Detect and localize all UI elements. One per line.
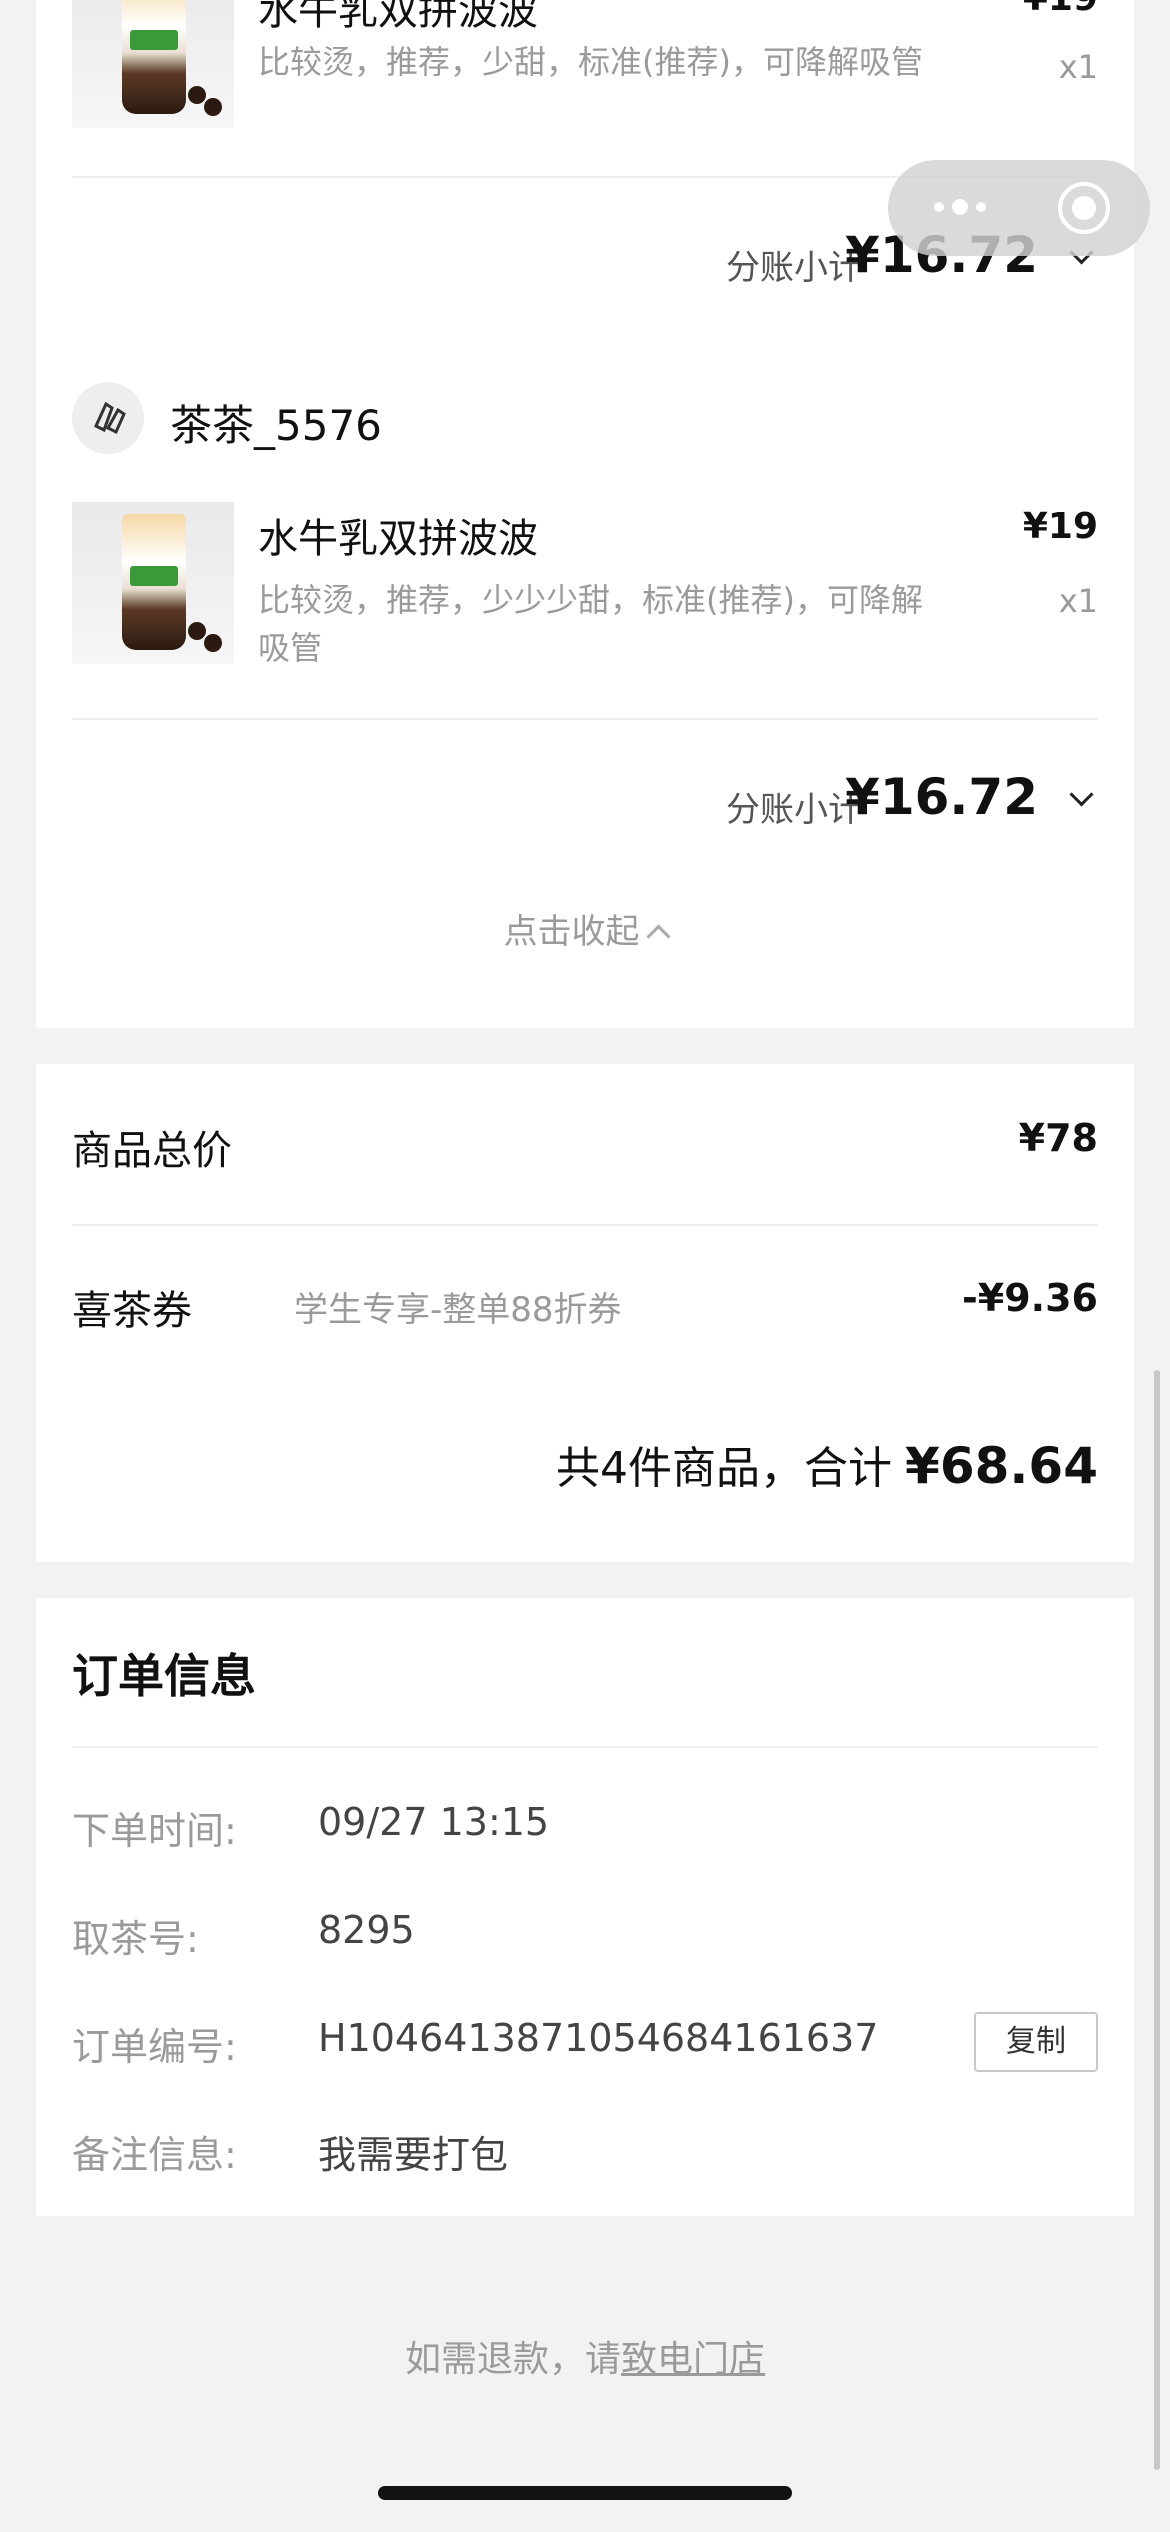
item-qty: x1 xyxy=(1058,582,1098,620)
collapse-label: 点击收起 xyxy=(503,912,640,952)
price-summary-card: 商品总价 ¥78 喜茶券 学生专享-整单88折券 -¥9.36 共4件商品，合计… xyxy=(36,1064,1134,1562)
item-name: 水牛乳双拼波波 xyxy=(258,516,538,562)
chevron-up-icon xyxy=(645,924,671,949)
item-spec-line-1: 比较烫，推荐，少少少甜，标准(推荐)，可降解 xyxy=(258,581,923,619)
copy-button[interactable]: 复制 xyxy=(974,2012,1098,2072)
item-name: 水牛乳双拼波波 xyxy=(258,0,538,34)
order-info-card: 订单信息 下单时间: 09/27 13:15 取茶号: 8295 订单编号: H… xyxy=(36,1598,1134,2216)
subtotal-amount: ¥16.72 xyxy=(845,768,1038,826)
product-image xyxy=(72,0,234,128)
mini-program-capsule xyxy=(888,160,1150,256)
goods-total-value: ¥78 xyxy=(1018,1116,1098,1160)
order-time-value: 09/27 13:15 xyxy=(318,1800,550,1844)
order-number-value: H1046413871054684161637 xyxy=(318,2016,879,2060)
group-order-card: 水牛乳双拼波波 ¥19 比较烫，推荐，少甜，标准(推荐)，可降解吸管 x1 分账… xyxy=(36,0,1134,1028)
close-target-icon[interactable] xyxy=(1058,182,1110,234)
total-value: ¥68.64 xyxy=(905,1437,1098,1495)
item-qty: x1 xyxy=(1058,48,1098,86)
subtotal-row[interactable]: 分账小计 ¥16.72 xyxy=(498,768,1098,836)
divider xyxy=(72,718,1098,720)
refund-note: 如需退款，请致电门店 xyxy=(0,2330,1170,2382)
home-indicator[interactable] xyxy=(378,2486,792,2500)
scrollbar[interactable] xyxy=(1154,1370,1160,2470)
order-number-label: 订单编号: xyxy=(72,2025,237,2069)
total-text: 共4件商品，合计 xyxy=(555,1443,892,1494)
coupon-label: 喜茶券 xyxy=(72,1288,192,1334)
divider xyxy=(72,1224,1098,1226)
item-spec: 比较烫，推荐，少甜，标准(推荐)，可降解吸管 xyxy=(258,43,923,81)
remark-value: 我需要打包 xyxy=(318,2133,509,2177)
member-avatar xyxy=(72,382,144,454)
coupon-description[interactable]: 学生专享-整单88折券 xyxy=(294,1282,622,1331)
chevron-down-icon[interactable] xyxy=(1069,782,1094,807)
call-store-link[interactable]: 致电门店 xyxy=(621,2339,765,2380)
collapse-button[interactable]: 点击收起 xyxy=(36,904,1134,953)
refund-prefix: 如需退款，请 xyxy=(404,2339,621,2380)
coupon-value: -¥9.36 xyxy=(962,1276,1098,1320)
item-price: ¥19 xyxy=(1023,0,1098,19)
goods-total-label: 商品总价 xyxy=(72,1128,232,1174)
divider xyxy=(72,1746,1098,1748)
item-spec-line-2: 吸管 xyxy=(258,629,323,667)
order-total: 共4件商品，合计 ¥68.64 xyxy=(556,1432,1098,1496)
item-price: ¥19 xyxy=(1022,506,1098,547)
member-name: 茶茶_5576 xyxy=(170,401,382,450)
pickup-number-value: 8295 xyxy=(318,1908,415,1952)
pickup-number-label: 取茶号: xyxy=(72,1917,199,1961)
remark-label: 备注信息: xyxy=(72,2133,237,2177)
more-icon[interactable] xyxy=(922,186,1032,230)
subtotal-label: 分账小计 xyxy=(726,248,862,288)
product-image xyxy=(72,502,234,664)
order-info-title: 订单信息 xyxy=(72,1649,256,1703)
subtotal-label: 分账小计 xyxy=(726,790,862,830)
order-time-label: 下单时间: xyxy=(72,1809,237,1853)
